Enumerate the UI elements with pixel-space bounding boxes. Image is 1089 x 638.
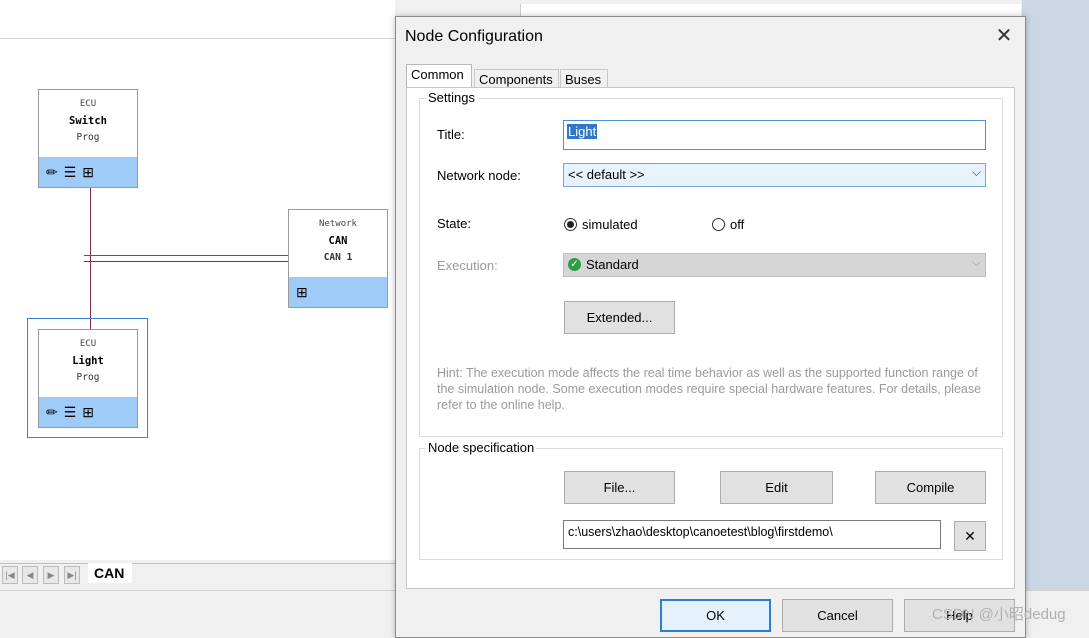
connection-line [90, 187, 91, 329]
dialog-title: Node Configuration [405, 28, 543, 45]
state-label: State: [437, 216, 471, 231]
node-name: Light [72, 355, 104, 367]
watermark: CSDN @小昭dedug [932, 606, 1066, 623]
node-iconbar: ⊞ [289, 277, 387, 307]
node-spec-group-label: Node specification [426, 440, 537, 455]
bus-line [84, 261, 289, 262]
simulated-radio[interactable] [564, 218, 577, 231]
check-icon: ✓ [568, 258, 581, 271]
first-icon[interactable]: |◀ [2, 566, 18, 584]
close-icon[interactable]: ✕ [992, 25, 1016, 49]
node-iconbar: ✏ ☰ ⊞ [39, 157, 137, 187]
background-workspace [1022, 0, 1089, 590]
extended-button[interactable]: Extended... [564, 301, 675, 334]
simulated-radio-label[interactable]: simulated [582, 217, 638, 232]
node-name: Switch [69, 115, 107, 127]
node-kind: ECU [79, 339, 97, 349]
node-iconbar: ✏ ☰ ⊞ [39, 397, 137, 427]
node-kind: Network [319, 219, 357, 229]
title-input[interactable]: Light [563, 120, 986, 150]
file-button[interactable]: File... [564, 471, 675, 504]
ecu-node-light[interactable]: ECU Light Prog ✏ ☰ ⊞ [38, 329, 138, 428]
hint-text: Hint: The execution mode affects the rea… [437, 366, 982, 412]
chevron-down-icon: ⌵ [971, 255, 981, 269]
chevron-down-icon: ⌵ [971, 165, 981, 179]
last-icon[interactable]: ▶| [64, 566, 80, 584]
pencil-icon[interactable]: ✏ [46, 405, 58, 419]
network-node-label: Network node: [437, 168, 521, 183]
network-node-select[interactable]: << default >> ⌵ [563, 163, 986, 187]
off-radio[interactable] [712, 218, 725, 231]
compile-button[interactable]: Compile [875, 471, 986, 504]
network-node-can[interactable]: Network CAN CAN 1 ⊞ [288, 209, 388, 308]
cancel-button[interactable]: Cancel [782, 599, 893, 632]
canvas-toolbar [0, 0, 395, 39]
node-name: CAN [328, 235, 348, 247]
network-icon[interactable]: ⊞ [296, 285, 308, 299]
sheet-tab-can[interactable]: CAN [88, 563, 132, 583]
settings-group-label: Settings [426, 90, 477, 105]
network-icon[interactable]: ⊞ [82, 165, 94, 179]
off-radio-label[interactable]: off [730, 217, 744, 232]
pencil-icon[interactable]: ✏ [46, 165, 58, 179]
sheet-tabstrip [0, 563, 395, 586]
ecu-node-switch[interactable]: ECU Switch Prog ✏ ☰ ⊞ [38, 89, 138, 188]
tab-common[interactable]: Common [406, 64, 472, 88]
node-sub: Prog [76, 132, 100, 143]
clear-path-button[interactable]: ✕ [954, 521, 986, 551]
stack-icon[interactable]: ☰ [64, 165, 77, 179]
network-icon[interactable]: ⊞ [82, 405, 94, 419]
prev-icon[interactable]: ◀ [22, 566, 38, 584]
path-value: c:\users\zhao\desktop\canoetest\blog\fir… [568, 525, 833, 539]
title-input-value: Light [567, 124, 598, 139]
node-sub: CAN 1 [323, 252, 353, 263]
title-label: Title: [437, 127, 465, 142]
stack-icon[interactable]: ☰ [64, 405, 77, 419]
node-kind: ECU [79, 99, 97, 109]
ok-button[interactable]: OK [660, 599, 771, 632]
next-icon[interactable]: ▶ [43, 566, 59, 584]
edit-button[interactable]: Edit [720, 471, 833, 504]
execution-select: ✓ Standard ⌵ [563, 253, 986, 277]
execution-value: Standard [586, 257, 639, 272]
network-node-value: << default >> [568, 167, 645, 182]
node-sub: Prog [76, 372, 100, 383]
bus-line [84, 255, 289, 256]
execution-label: Execution: [437, 258, 498, 273]
path-input[interactable]: c:\users\zhao\desktop\canoetest\blog\fir… [563, 520, 941, 549]
